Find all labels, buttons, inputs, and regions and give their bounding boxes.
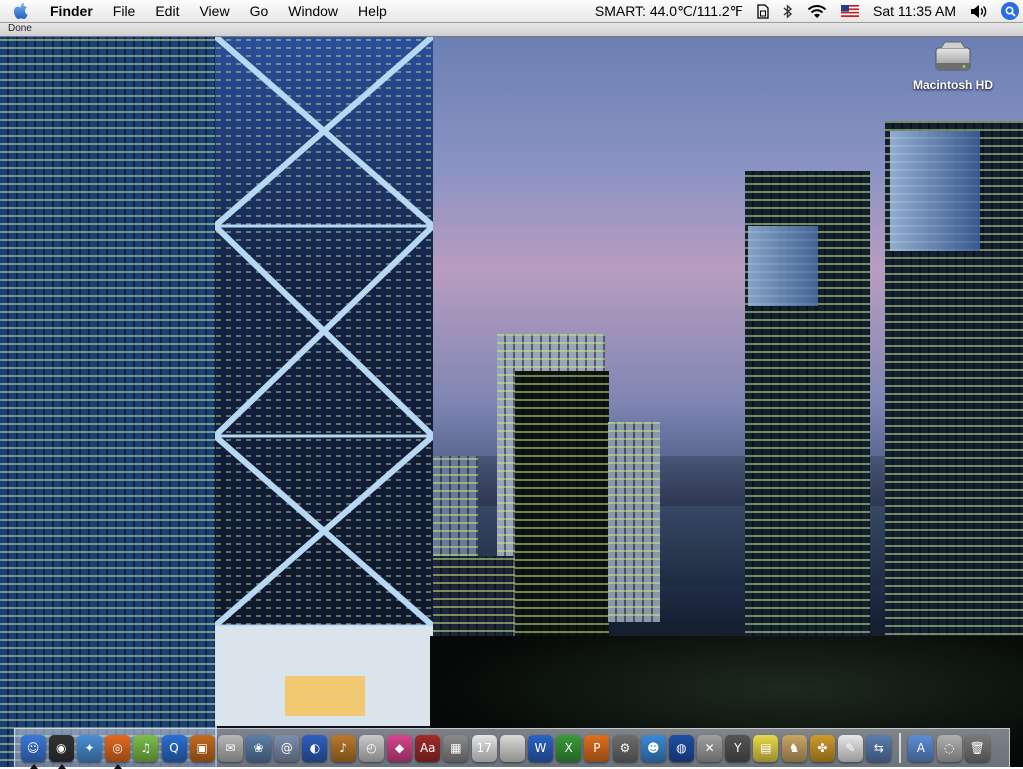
sim-card-icon[interactable] [750, 3, 776, 19]
yahoo-widgets-icon[interactable]: Y [725, 734, 751, 762]
color-picker-icon[interactable]: ◆ [387, 734, 413, 762]
calculator-icon[interactable]: ▦ [443, 734, 469, 762]
chess-icon[interactable]: ♞ [781, 734, 807, 762]
finder-icon[interactable]: ☺ [20, 734, 46, 769]
go-menu[interactable]: Go [240, 0, 279, 22]
status-strip: Done [0, 22, 1023, 37]
apple-store-icon[interactable] [499, 734, 525, 762]
finder-menu[interactable]: Finder [40, 0, 103, 22]
mail-stamp-icon[interactable]: ✉ [217, 734, 243, 762]
automator-icon[interactable]: ⚙ [612, 734, 638, 762]
dock: ☺ ◉ ✦ ◎ ♫ Q ▣ ✉ ❀ @ ◐ ♪ ◴ ◆ Aa ▦ 17 W X P ⚙ ☻ ◍ ✕ Y ▤ ♞ ✤ ✎ ⇆ A ◌ 🗑 [14, 728, 1010, 769]
word-icon[interactable]: W [527, 734, 553, 762]
stopwatch-icon[interactable]: ◴ [358, 734, 384, 762]
network-icon[interactable]: ⇆ [866, 734, 892, 762]
help-menu[interactable]: Help [348, 0, 397, 22]
clock[interactable]: Sat 11:35 AM [866, 0, 963, 22]
utilities-icon[interactable]: ✕ [697, 734, 723, 762]
trash-icon[interactable]: 🗑 [964, 734, 990, 762]
desktop-wallpaper: Macintosh HD [0, 36, 1023, 767]
menu-bar: Finder File Edit View Go Window Help SMA… [0, 0, 1023, 23]
lippo-glass-left [748, 226, 818, 306]
quicktime-icon[interactable]: Q [161, 734, 187, 762]
x-braced-tower [215, 36, 433, 726]
file-menu[interactable]: File [103, 0, 146, 22]
lippo-glass-right [890, 131, 980, 251]
curved-glass-tower [0, 36, 217, 767]
pineapple-icon[interactable]: ✤ [809, 734, 835, 762]
drive-label: Macintosh HD [912, 78, 993, 92]
apple-menu-icon[interactable] [10, 0, 32, 22]
dvd-player-icon[interactable]: ◐ [302, 734, 328, 762]
window-menu[interactable]: Window [278, 0, 348, 22]
text-edit-icon[interactable]: ✎ [838, 734, 864, 762]
wifi-icon[interactable] [800, 4, 834, 19]
dock-right-section: A ◌ 🗑 [907, 734, 992, 762]
applications-folder-icon[interactable]: A [908, 734, 934, 762]
preview-icon[interactable]: ▣ [189, 734, 215, 762]
bluetooth-icon[interactable] [776, 3, 800, 19]
us-flag-icon[interactable] [834, 5, 866, 17]
google-earth-icon[interactable]: ◍ [668, 734, 694, 762]
safari-icon[interactable]: ✦ [76, 734, 102, 762]
view-menu[interactable]: View [189, 0, 239, 22]
smart-temperature[interactable]: SMART: 44.0℃/111.2℉ [588, 0, 750, 22]
stickies-icon[interactable]: ▤ [753, 734, 779, 762]
dashboard-icon[interactable]: ◉ [48, 734, 74, 769]
iphoto-icon[interactable]: ❀ [246, 734, 272, 762]
macintosh-hd[interactable]: Macintosh HD [903, 38, 1003, 92]
dark-office-tower [515, 371, 609, 671]
volume-icon[interactable] [963, 4, 995, 19]
small-tower [608, 422, 660, 622]
status-menus: SMART: 44.0℃/111.2℉ Sat 11:35 AM [588, 0, 1023, 22]
dock-apps: ☺ ◉ ✦ ◎ ♫ Q ▣ ✉ ❀ @ ◐ ♪ ◴ ◆ Aa ▦ 17 W X P ⚙ ☻ ◍ ✕ Y ▤ ♞ ✤ ✎ ⇆ [19, 734, 893, 769]
itunes-icon[interactable]: ♫ [133, 734, 159, 762]
garageband-icon[interactable]: ♪ [330, 734, 356, 762]
dock-separator [898, 733, 901, 763]
address-book-icon[interactable]: @ [274, 734, 300, 762]
messenger-icon[interactable]: ☻ [640, 734, 666, 762]
hard-drive-icon [933, 38, 973, 76]
firefox-icon[interactable]: ◎ [105, 734, 131, 769]
ical-icon[interactable]: 17 [471, 734, 497, 762]
dictionary-icon[interactable]: Aa [415, 734, 441, 762]
downloads-stack-icon[interactable]: ◌ [936, 734, 962, 762]
edit-menu[interactable]: Edit [145, 0, 189, 22]
status-text: Done [8, 23, 32, 34]
excel-icon[interactable]: X [556, 734, 582, 762]
powerpoint-icon[interactable]: P [584, 734, 610, 762]
spotlight-icon[interactable] [1001, 2, 1019, 20]
